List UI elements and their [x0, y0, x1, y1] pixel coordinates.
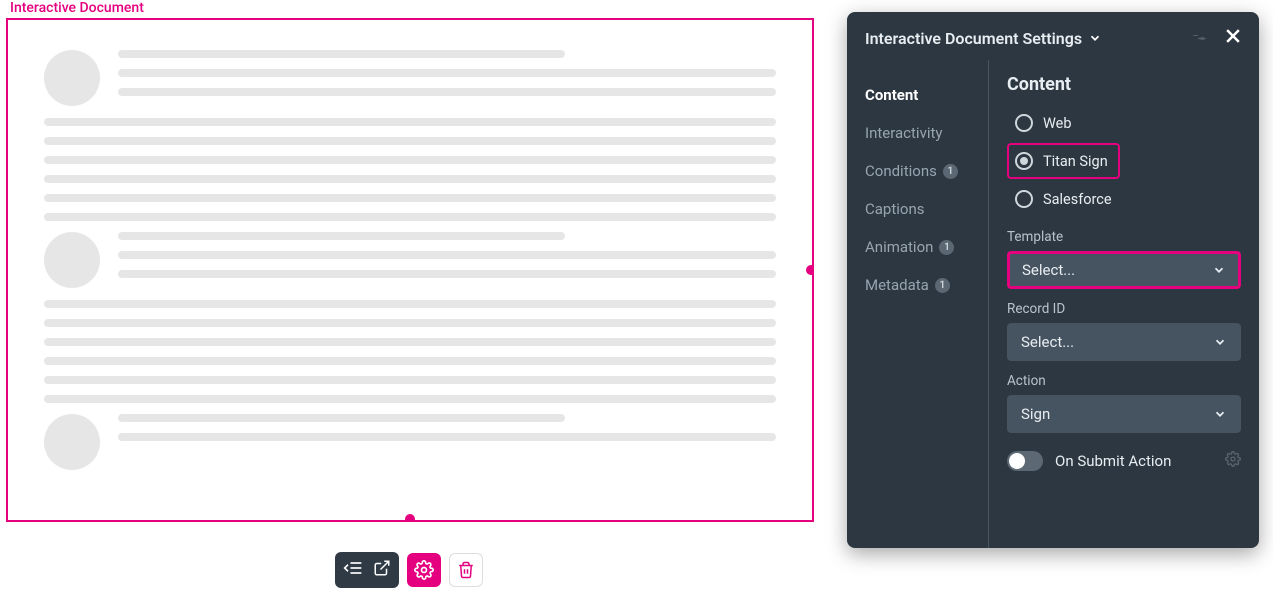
skeleton-row — [44, 232, 776, 289]
skeleton-line — [44, 118, 776, 126]
skeleton-line — [44, 156, 776, 164]
avatar-placeholder — [44, 50, 100, 106]
skeleton-line — [44, 300, 776, 308]
gear-icon — [414, 560, 434, 580]
chevron-down-icon — [1213, 407, 1227, 421]
radio-label: Salesforce — [1043, 191, 1112, 208]
on-submit-action-row: On Submit Action — [1007, 451, 1241, 471]
skeleton-line — [44, 338, 776, 346]
content-option-salesforce[interactable]: Salesforce — [1007, 181, 1241, 217]
tab-label: Content — [865, 86, 918, 104]
action-bar-group — [335, 552, 399, 588]
tab-label: Conditions — [865, 162, 937, 180]
selected-component-label: Interactive Document — [6, 0, 818, 18]
chevron-down-icon — [1212, 263, 1226, 277]
tab-label: Captions — [865, 200, 924, 218]
content-option-titan-sign[interactable]: Titan Sign — [1007, 143, 1120, 179]
template-select[interactable]: Select... — [1007, 251, 1241, 289]
tab-label: Animation — [865, 238, 933, 256]
skeleton-row — [44, 50, 776, 107]
indent-left-icon[interactable] — [343, 558, 363, 582]
radio-icon — [1015, 114, 1033, 132]
skeleton-line — [44, 319, 776, 327]
action-select[interactable]: Sign — [1007, 395, 1241, 433]
skeleton-line — [118, 433, 776, 441]
skeleton-line — [118, 88, 776, 96]
trash-icon — [457, 561, 475, 579]
skeleton-line — [44, 376, 776, 384]
skeleton-line — [118, 414, 565, 422]
tab-interactivity[interactable]: Interactivity — [865, 114, 988, 152]
skeleton-line — [118, 232, 565, 240]
avatar-placeholder — [44, 414, 100, 470]
skeleton-line — [44, 194, 776, 202]
component-action-bar — [335, 552, 483, 588]
record-id-label: Record ID — [1007, 301, 1241, 317]
tab-badge: 1 — [935, 278, 950, 293]
on-submit-label: On Submit Action — [1055, 452, 1171, 470]
skeleton-line — [44, 357, 776, 365]
skeleton-line — [44, 395, 776, 403]
tab-captions[interactable]: Captions — [865, 190, 988, 228]
skeleton-line — [118, 69, 776, 77]
select-value: Select... — [1022, 261, 1075, 279]
skeleton-line — [44, 175, 776, 183]
skeleton-line — [118, 270, 776, 278]
chevron-down-icon — [1088, 31, 1102, 45]
on-submit-settings-icon[interactable] — [1225, 451, 1241, 471]
record-id-select[interactable]: Select... — [1007, 323, 1241, 361]
settings-panel: Interactive Document Settings Content In… — [847, 12, 1259, 548]
close-icon[interactable] — [1223, 26, 1243, 50]
tab-animation[interactable]: Animation 1 — [865, 228, 988, 266]
interactive-document-component[interactable] — [6, 18, 814, 522]
action-label: Action — [1007, 373, 1241, 389]
radio-icon — [1015, 190, 1033, 208]
open-external-icon[interactable] — [373, 559, 391, 581]
skeleton-line — [44, 137, 776, 145]
chevron-down-icon — [1213, 335, 1227, 349]
tab-content[interactable]: Content — [865, 76, 988, 114]
tab-conditions[interactable]: Conditions 1 — [865, 152, 988, 190]
panel-header: Interactive Document Settings — [847, 12, 1259, 60]
content-option-web[interactable]: Web — [1007, 105, 1241, 141]
radio-label: Web — [1043, 115, 1071, 132]
skeleton-line — [118, 50, 565, 58]
radio-label: Titan Sign — [1043, 153, 1108, 170]
document-skeleton — [8, 20, 812, 491]
canvas-area: Interactive Document — [6, 0, 818, 522]
radio-icon — [1015, 152, 1033, 170]
select-value: Select... — [1021, 333, 1074, 351]
avatar-placeholder — [44, 232, 100, 288]
tab-metadata[interactable]: Metadata 1 — [865, 266, 988, 304]
pin-icon[interactable] — [1192, 28, 1209, 49]
tab-badge: 1 — [943, 164, 958, 179]
panel-title: Interactive Document Settings — [865, 29, 1082, 48]
settings-tabs: Content Interactivity Conditions 1 Capti… — [847, 60, 989, 548]
delete-button[interactable] — [449, 553, 483, 587]
settings-button[interactable] — [407, 553, 441, 587]
skeleton-line — [44, 213, 776, 221]
skeleton-line — [118, 251, 776, 259]
panel-title-dropdown[interactable]: Interactive Document Settings — [865, 29, 1102, 48]
template-label: Template — [1007, 229, 1241, 245]
on-submit-toggle[interactable] — [1007, 451, 1043, 471]
tab-badge: 1 — [939, 240, 954, 255]
select-value: Sign — [1021, 405, 1050, 423]
tab-label: Interactivity — [865, 124, 943, 142]
tab-label: Metadata — [865, 276, 929, 294]
skeleton-row — [44, 414, 776, 470]
content-heading: Content — [1007, 74, 1241, 95]
settings-content: Content Web Titan Sign Salesforce Templa… — [989, 60, 1259, 548]
